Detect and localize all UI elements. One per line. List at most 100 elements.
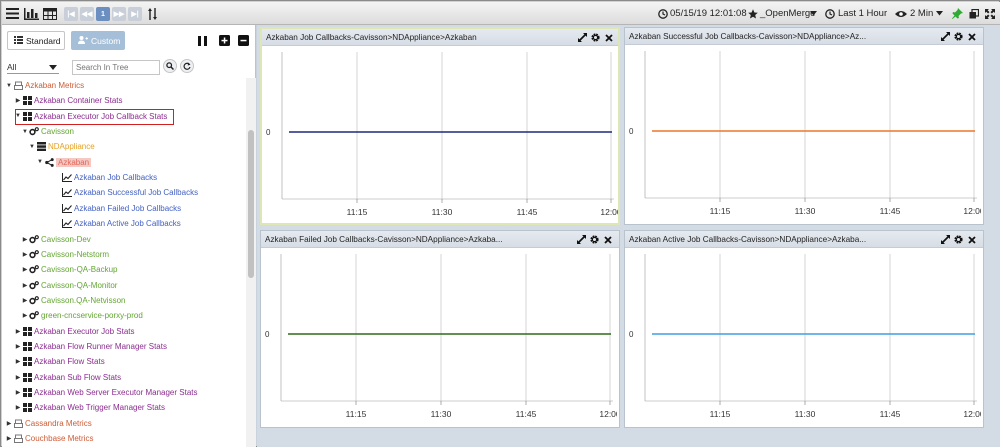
chart-panel[interactable]: Azkaban Active Job Callbacks-Cavisson>ND…	[624, 230, 984, 428]
gear-icon[interactable]	[954, 32, 963, 41]
expand-icon[interactable]	[577, 235, 586, 244]
sidebar: Standard Custom All ▼Azkaban Metrics▶Azk…	[2, 25, 256, 447]
caret-right-icon[interactable]: ▶	[5, 420, 13, 427]
next-page-button[interactable]: ▶▶	[112, 7, 126, 21]
tree-node[interactable]: ▼ Azkaban	[36, 155, 92, 170]
caret-down-icon[interactable]: ▼	[36, 159, 44, 165]
caret-right-icon[interactable]: ▶	[14, 358, 22, 365]
panel-header[interactable]: Azkaban Successful Job Callbacks-Cavisso…	[625, 28, 983, 45]
tree-node[interactable]: Azkaban Job Callbacks	[54, 170, 157, 185]
caret-right-icon[interactable]: ▶	[21, 266, 29, 273]
caret-down-icon[interactable]: ▼	[28, 144, 36, 150]
gear-icon[interactable]	[954, 235, 963, 244]
table-view-icon[interactable]	[42, 6, 57, 21]
search-button[interactable]	[163, 59, 177, 73]
list-icon	[14, 35, 23, 46]
sidebar-scrollbar[interactable]	[246, 78, 256, 447]
tree-node[interactable]: ▼ NDAppliance	[28, 139, 95, 154]
tree-node[interactable]: ▶ Azkaban Executor Job Stats	[14, 324, 135, 339]
remove-icon[interactable]	[238, 35, 249, 46]
hamburger-menu-icon[interactable]	[5, 6, 19, 21]
tree-node[interactable]: ▶ Azkaban Flow Runner Manager Stats	[14, 339, 167, 354]
close-icon[interactable]	[967, 235, 976, 244]
chart-panel[interactable]: Azkaban Successful Job Callbacks-Cavisso…	[624, 27, 984, 225]
gear-icon[interactable]	[591, 33, 600, 42]
interval-dropdown[interactable]: 2 Min	[910, 7, 933, 21]
tree-node[interactable]: ▶ Cavisson-Netstorm	[21, 247, 109, 262]
expand-icon[interactable]	[941, 235, 950, 244]
previous-page-button[interactable]: ◀◀	[80, 7, 94, 21]
panel-header[interactable]: Azkaban Failed Job Callbacks-Cavisson>ND…	[261, 231, 619, 248]
panel-header[interactable]: Azkaban Active Job Callbacks-Cavisson>ND…	[625, 231, 983, 248]
caret-right-icon[interactable]: ▶	[14, 404, 22, 411]
expand-icon[interactable]	[578, 33, 587, 42]
caret-right-icon[interactable]: ▶	[21, 282, 29, 289]
bar-chart-view-icon[interactable]	[23, 6, 39, 21]
tree-node[interactable]: ▼ Azkaban Metrics	[5, 78, 84, 93]
caret-right-icon[interactable]: ▶	[21, 312, 29, 319]
eye-icon	[895, 6, 907, 21]
tree-node[interactable]: Azkaban Failed Job Callbacks	[54, 201, 181, 216]
x-tick-label: 12:00	[600, 207, 618, 217]
caret-right-icon[interactable]: ▶	[5, 435, 13, 442]
x-tick-label: 11:15	[346, 409, 367, 419]
refresh-button[interactable]	[180, 59, 194, 73]
caret-right-icon[interactable]: ▶	[21, 251, 29, 258]
first-page-button[interactable]: |◀	[64, 7, 78, 21]
tree-node[interactable]: ▶ Cavisson-QA-Monitor	[21, 278, 118, 293]
pin-icon[interactable]	[951, 6, 963, 21]
close-icon[interactable]	[603, 235, 612, 244]
time-range-dropdown[interactable]: Last 1 Hour	[838, 7, 887, 21]
restore-layout-icon[interactable]	[968, 6, 979, 21]
chevron-down-icon[interactable]	[810, 6, 817, 21]
page-number-button[interactable]: 1	[96, 7, 110, 21]
tree-node[interactable]: Azkaban Successful Job Callbacks	[54, 185, 198, 200]
tree-filter-select[interactable]: All	[7, 60, 59, 74]
y-tick-label: 0	[629, 330, 634, 339]
last-page-button[interactable]: ▶|	[128, 7, 142, 21]
tab-standard[interactable]: Standard	[7, 31, 65, 50]
tree-node[interactable]: ▶ Azkaban Web Server Executor Manager Sta…	[14, 385, 198, 400]
close-icon[interactable]	[604, 33, 613, 42]
x-tick-label: 11:45	[516, 409, 537, 419]
tree-node[interactable]: ▶ Azkaban Web Trigger Manager Stats	[14, 400, 165, 415]
profile-dropdown[interactable]: _OpenMerge	[760, 7, 815, 21]
tree-node[interactable]: ▶ Cavisson-QA-Backup	[21, 262, 118, 277]
tree-search-input[interactable]	[72, 60, 160, 75]
grid-icon	[22, 357, 32, 367]
close-icon[interactable]	[967, 32, 976, 41]
panel-header[interactable]: Azkaban Job Callbacks-Cavisson>NDApplian…	[262, 29, 618, 46]
tree-node[interactable]: ▶ Cassandra Metrics	[5, 416, 92, 431]
star-icon[interactable]	[748, 6, 758, 21]
caret-right-icon[interactable]: ▶	[21, 297, 29, 304]
caret-right-icon[interactable]: ▶	[14, 328, 22, 335]
caret-right-icon[interactable]: ▶	[14, 389, 22, 396]
chart-panel[interactable]: Azkaban Failed Job Callbacks-Cavisson>ND…	[260, 230, 620, 428]
tab-custom[interactable]: Custom	[71, 31, 125, 50]
expand-icon[interactable]	[984, 6, 995, 21]
caret-right-icon[interactable]: ▶	[21, 236, 29, 243]
tree-node[interactable]: ▶ Azkaban Sub Flow Stats	[14, 370, 121, 385]
caret-right-icon[interactable]: ▶	[14, 374, 22, 381]
tree-node[interactable]: ▶ green-cncservice-porxy-prod	[21, 308, 143, 323]
sort-icon[interactable]	[147, 6, 157, 21]
caret-right-icon[interactable]: ▶	[14, 97, 22, 104]
caret-down-icon[interactable]: ▼	[21, 129, 29, 135]
chart-panel[interactable]: Azkaban Job Callbacks-Cavisson>NDApplian…	[260, 27, 620, 225]
chevron-down-icon[interactable]	[936, 6, 943, 21]
gear-icon[interactable]	[590, 235, 599, 244]
tree-node[interactable]: ▶ Couchbase Metrics	[5, 431, 93, 446]
tree-node-label: Cavisson-QA-Backup	[41, 265, 118, 275]
tree-node[interactable]: Azkaban Active Job Callbacks	[54, 216, 181, 231]
caret-right-icon[interactable]: ▶	[14, 343, 22, 350]
tree-node[interactable]: ▶ Azkaban Container Stats	[14, 93, 123, 108]
pause-icon[interactable]	[197, 35, 208, 46]
expand-icon[interactable]	[941, 32, 950, 41]
tree-node[interactable]: ▼ Cavisson	[21, 124, 74, 139]
add-icon[interactable]	[219, 35, 230, 46]
tree-node[interactable]: ▶ Cavisson-Dev	[21, 232, 91, 247]
scrollbar-thumb[interactable]	[248, 130, 254, 278]
tree-node[interactable]: ▶ Azkaban Flow Stats	[14, 354, 105, 369]
caret-down-icon[interactable]: ▼	[5, 83, 13, 89]
tree-node[interactable]: ▶ Cavisson.QA-Netvisson	[21, 293, 126, 308]
